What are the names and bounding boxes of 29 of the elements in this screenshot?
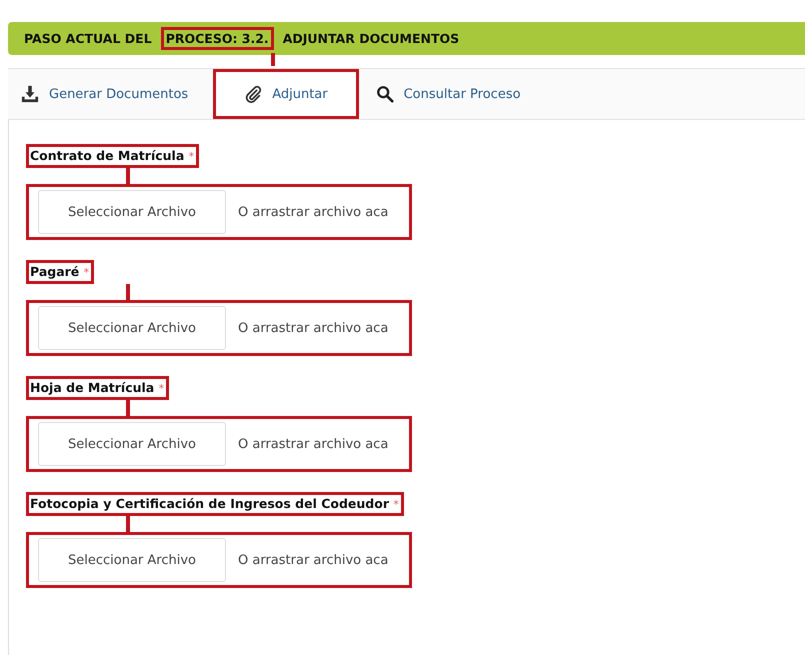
required-mark: * — [393, 498, 399, 511]
field-label: Pagaré * — [26, 260, 94, 284]
tab[interactable]: Adjuntar — [213, 69, 359, 119]
drop-hint-text: O arrastrar archivo aca — [238, 320, 388, 336]
field-label: Contrato de Matrícula * — [26, 144, 200, 168]
select-file-button[interactable]: Seleccionar Archivo — [38, 190, 226, 234]
search-icon — [376, 85, 394, 103]
title-text: ADJUNTAR DOCUMENTOS — [282, 30, 460, 48]
highlighted-title-text: PROCESO: 3.2. — [160, 27, 274, 50]
file-drop-zone[interactable]: Seleccionar Archivo O arrastrar archivo aca — [26, 184, 412, 240]
drop-hint-text: O arrastrar archivo aca — [238, 552, 388, 568]
paperclip-icon — [244, 85, 262, 103]
tab[interactable]: Consultar Proceso — [368, 69, 536, 119]
required-mark: * — [84, 266, 90, 279]
tab[interactable]: Generar Documentos — [14, 69, 204, 119]
required-mark: * — [188, 150, 194, 163]
drop-hint-text: O arrastrar archivo aca — [238, 204, 388, 220]
select-file-button[interactable]: Seleccionar Archivo — [38, 422, 226, 466]
file-drop-zone[interactable]: Seleccionar Archivo O arrastrar archivo aca — [26, 416, 412, 472]
select-file-button[interactable]: Seleccionar Archivo — [38, 538, 226, 582]
file-drop-zone[interactable]: Seleccionar Archivo O arrastrar archivo aca — [26, 300, 412, 356]
field-label: Hoja de Matrícula * — [26, 376, 170, 400]
file-drop-zone[interactable]: Seleccionar Archivo O arrastrar archivo aca — [26, 532, 412, 588]
download-icon — [21, 85, 39, 103]
field-label: Fotocopia y Certificación de Ingresos del Codeudor * — [26, 492, 404, 516]
title-text: PASO ACTUAL DEL — [23, 30, 153, 48]
select-file-button[interactable]: Seleccionar Archivo — [38, 306, 226, 350]
required-mark: * — [158, 382, 164, 395]
drop-hint-text: O arrastrar archivo aca — [238, 436, 388, 452]
